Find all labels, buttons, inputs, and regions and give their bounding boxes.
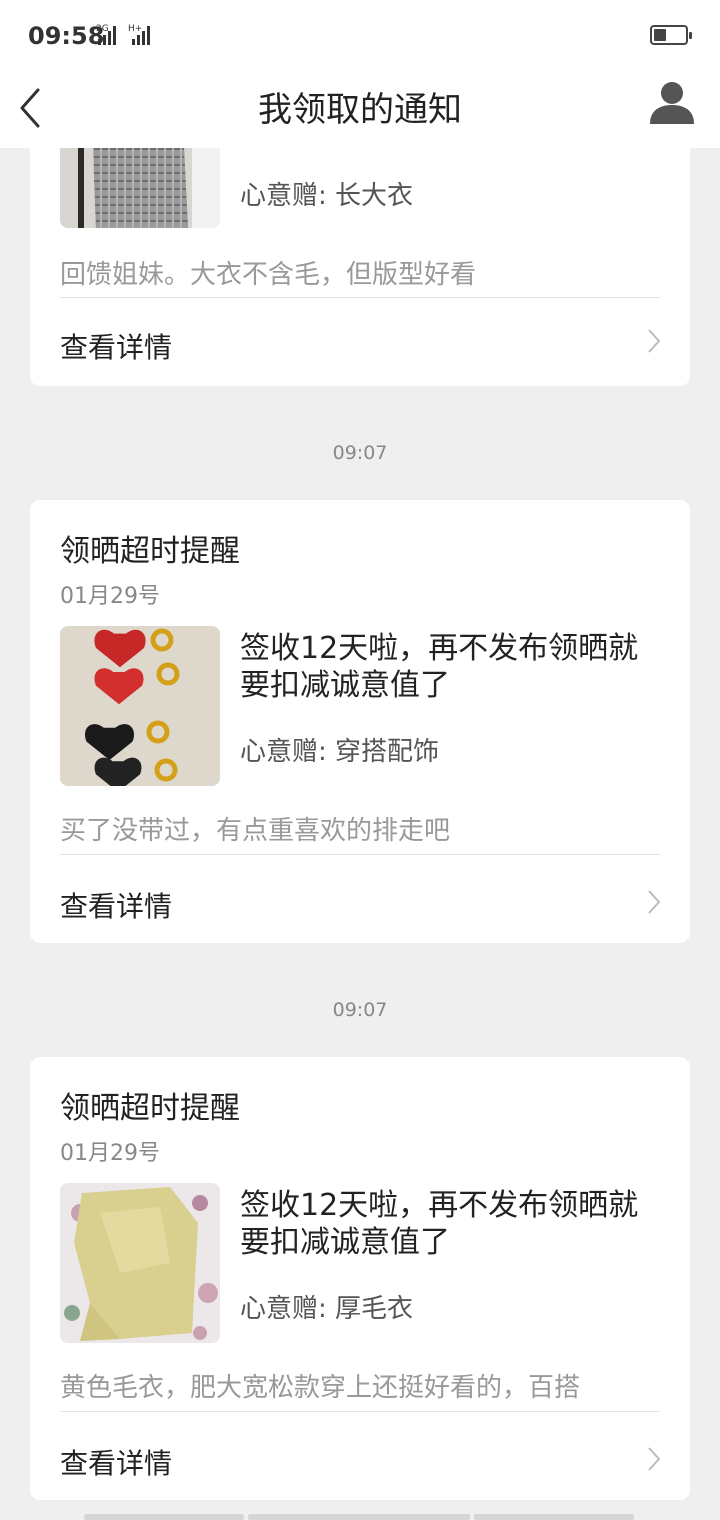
timestamp: 09:07: [332, 442, 388, 464]
bottom-tab-strip: [248, 1514, 470, 1520]
bottom-tab-strip: [84, 1514, 244, 1520]
signal-icon: 2G H+: [96, 24, 150, 45]
gift-label: 心意赠: 长大衣: [240, 181, 414, 211]
card-date: 01月29号: [60, 1141, 160, 1166]
page-title: 我领取的通知: [258, 90, 462, 130]
item-description: 回馈姐妹。大衣不含毛，但版型好看: [60, 260, 477, 290]
notice-headline: 签收12天啦，再不发布领晒就要扣减诚意值了: [240, 1188, 639, 1260]
network-label-2g: 2G: [96, 24, 109, 34]
top-bar: 09:58 2G H+ 我领取的通知: [0, 0, 720, 148]
view-details-label: 查看详情: [60, 1447, 173, 1480]
notification-card: 领晒超时提醒 01月29号 签收12天啦，再不发布领晒就要扣减诚意值了 心意赠:…: [30, 500, 690, 943]
user-icon[interactable]: [646, 76, 698, 128]
status-time: 09:58: [28, 22, 105, 50]
bottom-tab-strip: [474, 1514, 634, 1520]
divider: [60, 297, 660, 298]
timestamp: 09:07: [332, 999, 388, 1021]
notice-headline: 签收12天啦，再不发布领晒就要扣减诚意值了: [240, 631, 639, 703]
divider: [60, 1411, 660, 1412]
network-label-hplus: H+: [128, 24, 142, 34]
view-details-label: 查看详情: [60, 331, 173, 364]
sweater-image: [60, 1183, 220, 1343]
header: 我领取的通知: [0, 72, 720, 148]
divider: [60, 854, 660, 855]
chevron-right-icon: [648, 1447, 661, 1471]
gift-label: 心意赠: 厚毛衣: [240, 1294, 414, 1324]
card-title: 领晒超时提醒: [60, 534, 240, 569]
card-title: 领晒超时提醒: [60, 1091, 240, 1126]
battery-level: [654, 29, 666, 41]
card-date: 01月29号: [60, 584, 160, 609]
item-description: 黄色毛衣，肥大宽松款穿上还挺好看的，百搭: [60, 1373, 581, 1403]
notification-card: 领晒超时提醒 01月29号 签收12天啦，再不发布领晒就要扣减诚意值了 心意赠:…: [30, 1057, 690, 1500]
status-bar: 09:58 2G H+: [0, 0, 720, 72]
gift-label: 心意赠: 穿搭配饰: [240, 737, 440, 767]
view-details-button[interactable]: 查看详情: [30, 1414, 690, 1500]
view-details-button[interactable]: 查看详情: [30, 857, 690, 943]
view-details-button[interactable]: 查看详情: [30, 300, 690, 386]
heart-earrings-photo: [60, 626, 220, 786]
chevron-right-icon: [648, 890, 661, 914]
battery-icon: [650, 25, 692, 45]
chevron-right-icon: [648, 329, 661, 353]
item-description: 买了没带过，有点重喜欢的排走吧: [60, 816, 451, 846]
earrings-image: [60, 626, 220, 786]
view-details-label: 查看详情: [60, 890, 173, 923]
yellow-sweater-photo: [60, 1183, 220, 1343]
